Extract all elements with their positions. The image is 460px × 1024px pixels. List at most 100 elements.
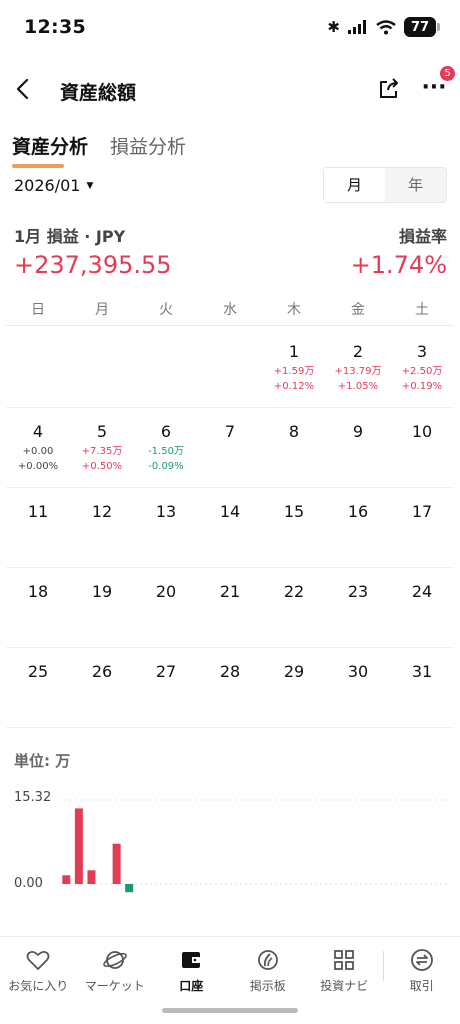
calendar-day-cell[interactable]: 18 [6,568,70,647]
analysis-tabs: 資産分析 損益分析 [12,130,186,168]
signal-icon [348,20,366,34]
calendar-day-cell[interactable]: 26 [70,648,134,727]
weekday-header: 日 月 火 水 木 金 土 [6,296,454,326]
calendar-day-cell[interactable]: 31 [390,648,454,727]
calendar-day-cell[interactable]: 9 [326,408,390,487]
calendar-day-cell[interactable]: 29 [262,648,326,727]
tab-asset-analysis[interactable]: 資産分析 [12,130,89,168]
calendar-day-cell[interactable]: 11 [6,488,70,567]
calendar-day-pct: +0.19% [401,381,443,392]
calendar-day-cell[interactable]: 22 [262,568,326,647]
calendar-day-pl: +0.00 [22,446,54,457]
page-title: 資産総額 [60,82,137,104]
calendar-day-number [134,342,198,364]
nav-item-account[interactable]: 口座 [153,937,230,1000]
calendar-day-number [70,342,134,364]
calendar-day-pct: +0.12% [273,381,315,392]
month-selector[interactable]: 2026/01 ▼ [14,176,93,195]
calendar-week-row: 11 12 13 14 15 16 17 [6,488,454,568]
y-axis-max-label: 15.32 [14,790,52,805]
planet-icon [102,951,127,969]
calendar-day-number: 19 [91,582,113,601]
tab-pl-analysis[interactable]: 損益分析 [110,130,186,166]
summary-pl-rate: +1.74% [350,251,447,279]
calendar-day-cell[interactable]: 25 [6,648,70,727]
nav-bar: 資産総額 ··· [0,64,460,116]
calendar-empty-cell [6,328,70,407]
chart-unit-label: 単位: 万 [14,752,71,770]
calendar-day-cell[interactable]: 20 [134,568,198,647]
calendar-day-cell[interactable]: 7 [198,408,262,487]
period-year-button[interactable]: 年 [385,168,446,202]
calendar-day-cell[interactable]: 5 +7.35万 +0.50% [70,408,134,487]
calendar-day-number: 18 [27,582,49,601]
calendar-day-pl: +7.35万 [81,446,123,457]
calendar-day-pl: -1.50万 [148,446,184,457]
calendar-day-cell[interactable]: 16 [326,488,390,567]
calendar-day-cell[interactable]: 28 [198,648,262,727]
calendar-day-cell[interactable]: 3 +2.50万 +0.19% [390,328,454,407]
bottom-nav: お気に入り マーケット 口座 掲示板 投資ナビ 取引 [0,936,460,1000]
nav-item-board[interactable]: 掲示板 [230,937,307,1000]
nav-label: 口座 [179,979,204,993]
more-button[interactable]: ··· [420,77,448,102]
wifi-icon [376,19,396,34]
tab-active-indicator [12,164,64,168]
status-bar: 12:35 ✱ 77 [0,0,460,56]
calendar-day-cell[interactable]: 17 [390,488,454,567]
calendar-day-number: 1 [288,342,300,361]
share-button[interactable] [376,76,402,102]
calendar-day-cell[interactable]: 24 [390,568,454,647]
calendar-day-number: 20 [155,582,177,601]
calendar-day-cell[interactable]: 30 [326,648,390,727]
chart-bar-day-3 [87,870,96,884]
calendar-day-cell[interactable]: 13 [134,488,198,567]
month-selector-value: 2026/01 [14,176,81,195]
period-month-button[interactable]: 月 [324,168,385,202]
summary-label: 1月 損益 · JPY [14,227,126,246]
calendar-day-cell[interactable]: 2 +13.79万 +1.05% [326,328,390,407]
calendar-day-pct: +0.00% [17,461,59,472]
calendar-day-cell[interactable]: 15 [262,488,326,567]
calendar-day-number: 11 [27,502,49,521]
nav-item-favorites[interactable]: お気に入り [0,937,77,1000]
calendar-day-pl: +13.79万 [334,366,382,377]
y-axis-min-label: 0.00 [14,876,43,891]
calendar-empty-cell [198,328,262,407]
tab-label: 資産分析 [12,136,89,158]
calendar-day-cell[interactable]: 21 [198,568,262,647]
calendar-day-number [198,342,262,364]
nav-item-market[interactable]: マーケット [77,937,154,1000]
calendar-day-cell[interactable]: 14 [198,488,262,567]
calendar-day-number: 14 [219,502,241,521]
calendar-day-cell[interactable]: 19 [70,568,134,647]
calendar-day-cell[interactable]: 4 +0.00 +0.00% [6,408,70,487]
weekday-label: 水 [223,302,237,318]
nav-item-trade[interactable]: 取引 [384,937,460,1000]
back-button[interactable] [10,76,36,102]
nav-label: 投資ナビ [320,979,369,993]
calendar-day-pct: +0.50% [81,461,123,472]
calendar-day-cell[interactable]: 6 -1.50万 -0.09% [134,408,198,487]
calendar-day-cell[interactable]: 10 [390,408,454,487]
heart-icon [26,950,50,970]
home-indicator [162,1008,298,1013]
chart-bar-day-6 [125,884,134,893]
grid-icon [334,950,355,970]
calendar-week-row: 18 19 20 21 22 23 24 [6,568,454,648]
calendar-day-number: 9 [352,422,364,441]
calendar-day-cell[interactable]: 12 [70,488,134,567]
calendar-day-cell[interactable]: 23 [326,568,390,647]
calendar-day-number: 3 [416,342,428,361]
daily-pl-chart: 15.32 0.00 [0,784,460,904]
calendar-day-cell[interactable]: 8 [262,408,326,487]
nav-item-invest-navi[interactable]: 投資ナビ [306,937,383,1000]
calendar-day-pct: +1.05% [337,381,379,392]
status-icons: ✱ 77 [327,17,440,37]
calendar-day-cell[interactable]: 27 [134,648,198,727]
calendar-day-cell[interactable]: 1 +1.59万 +0.12% [262,328,326,407]
calendar-day-number: 29 [283,662,305,681]
chart-bar-day-2 [74,808,83,884]
battery-indicator: 77 [404,17,440,37]
calendar-day-number: 17 [411,502,433,521]
